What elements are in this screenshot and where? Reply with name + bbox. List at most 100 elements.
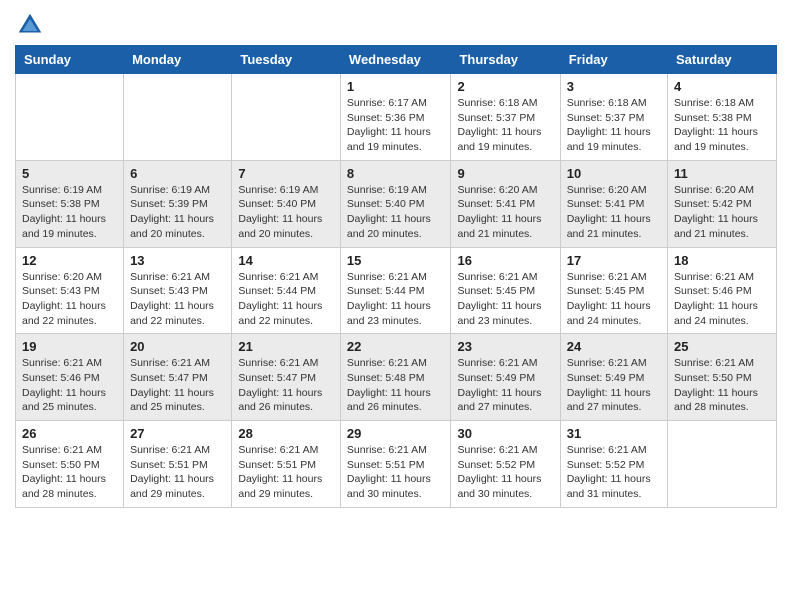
day-info: Sunrise: 6:21 AM Sunset: 5:46 PM Dayligh… — [22, 356, 117, 415]
day-number: 15 — [347, 253, 445, 268]
day-info: Sunrise: 6:21 AM Sunset: 5:52 PM Dayligh… — [567, 443, 661, 502]
day-info: Sunrise: 6:21 AM Sunset: 5:44 PM Dayligh… — [238, 270, 334, 329]
day-number: 18 — [674, 253, 770, 268]
day-info: Sunrise: 6:19 AM Sunset: 5:39 PM Dayligh… — [130, 183, 225, 242]
day-number: 10 — [567, 166, 661, 181]
day-number: 8 — [347, 166, 445, 181]
day-number: 14 — [238, 253, 334, 268]
day-number: 6 — [130, 166, 225, 181]
calendar-cell: 11 Sunrise: 6:20 AM Sunset: 5:42 PM Dayli… — [668, 160, 777, 247]
calendar-cell: 10 Sunrise: 6:20 AM Sunset: 5:41 PM Dayli… — [560, 160, 667, 247]
day-number: 1 — [347, 79, 445, 94]
calendar-cell: 5Sunrise: 6:19 AM Sunset: 5:38 PM Daylig… — [16, 160, 124, 247]
day-info: Sunrise: 6:21 AM Sunset: 5:51 PM Dayligh… — [347, 443, 445, 502]
day-info: Sunrise: 6:17 AM Sunset: 5:36 PM Dayligh… — [347, 96, 445, 155]
day-number: 28 — [238, 426, 334, 441]
calendar-cell: 9 Sunrise: 6:20 AM Sunset: 5:41 PM Daylig… — [451, 160, 560, 247]
day-number: 7 — [238, 166, 334, 181]
day-number: 25 — [674, 339, 770, 354]
calendar-cell: 25Sunrise: 6:21 AM Sunset: 5:50 PM Dayli… — [668, 334, 777, 421]
day-number: 27 — [130, 426, 225, 441]
day-info: Sunrise: 6:21 AM Sunset: 5:50 PM Dayligh… — [22, 443, 117, 502]
weekday-header-sunday: Sunday — [16, 46, 124, 74]
page-container: SundayMondayTuesdayWednesdayThursdayFrid… — [0, 0, 792, 518]
day-number: 9 — [457, 166, 553, 181]
day-info: Sunrise: 6:20 AM Sunset: 5:43 PM Dayligh… — [22, 270, 117, 329]
day-number: 17 — [567, 253, 661, 268]
calendar-cell: 7 Sunrise: 6:19 AM Sunset: 5:40 PM Daylig… — [232, 160, 341, 247]
day-number: 3 — [567, 79, 661, 94]
weekday-header-saturday: Saturday — [668, 46, 777, 74]
day-info: Sunrise: 6:21 AM Sunset: 5:49 PM Dayligh… — [567, 356, 661, 415]
calendar-cell — [232, 74, 341, 161]
day-number: 16 — [457, 253, 553, 268]
calendar-cell: 20Sunrise: 6:21 AM Sunset: 5:47 PM Dayli… — [124, 334, 232, 421]
calendar-cell: 14 Sunrise: 6:21 AM Sunset: 5:44 PM Dayli… — [232, 247, 341, 334]
calendar-cell: 8Sunrise: 6:19 AM Sunset: 5:40 PM Daylig… — [340, 160, 451, 247]
logo-icon — [15, 10, 45, 40]
calendar-table: SundayMondayTuesdayWednesdayThursdayFrid… — [15, 45, 777, 508]
calendar-week-2: 5Sunrise: 6:19 AM Sunset: 5:38 PM Daylig… — [16, 160, 777, 247]
calendar-cell — [16, 74, 124, 161]
calendar-cell: 23 Sunrise: 6:21 AM Sunset: 5:49 PM Dayli… — [451, 334, 560, 421]
day-number: 13 — [130, 253, 225, 268]
day-number: 12 — [22, 253, 117, 268]
calendar-cell: 26 Sunrise: 6:21 AM Sunset: 5:50 PM Dayli… — [16, 421, 124, 508]
calendar-cell: 4 Sunrise: 6:18 AM Sunset: 5:38 PM Daylig… — [668, 74, 777, 161]
day-number: 22 — [347, 339, 445, 354]
calendar-cell: 27 Sunrise: 6:21 AM Sunset: 5:51 PM Dayli… — [124, 421, 232, 508]
day-info: Sunrise: 6:21 AM Sunset: 5:45 PM Dayligh… — [457, 270, 553, 329]
day-info: Sunrise: 6:21 AM Sunset: 5:44 PM Dayligh… — [347, 270, 445, 329]
calendar-cell: 6 Sunrise: 6:19 AM Sunset: 5:39 PM Daylig… — [124, 160, 232, 247]
day-number: 23 — [457, 339, 553, 354]
calendar-cell: 12 Sunrise: 6:20 AM Sunset: 5:43 PM Dayli… — [16, 247, 124, 334]
day-info: Sunrise: 6:20 AM Sunset: 5:41 PM Dayligh… — [567, 183, 661, 242]
day-info: Sunrise: 6:21 AM Sunset: 5:52 PM Dayligh… — [457, 443, 553, 502]
calendar-week-1: 1 Sunrise: 6:17 AM Sunset: 5:36 PM Daylig… — [16, 74, 777, 161]
calendar-week-4: 19 Sunrise: 6:21 AM Sunset: 5:46 PM Dayli… — [16, 334, 777, 421]
weekday-header-row: SundayMondayTuesdayWednesdayThursdayFrid… — [16, 46, 777, 74]
day-info: Sunrise: 6:21 AM Sunset: 5:45 PM Dayligh… — [567, 270, 661, 329]
calendar-cell: 24Sunrise: 6:21 AM Sunset: 5:49 PM Dayli… — [560, 334, 667, 421]
day-info: Sunrise: 6:20 AM Sunset: 5:41 PM Dayligh… — [457, 183, 553, 242]
day-info: Sunrise: 6:21 AM Sunset: 5:51 PM Dayligh… — [238, 443, 334, 502]
calendar-cell: 22 Sunrise: 6:21 AM Sunset: 5:48 PM Dayli… — [340, 334, 451, 421]
calendar-cell: 13 Sunrise: 6:21 AM Sunset: 5:43 PM Dayli… — [124, 247, 232, 334]
calendar-cell: 19 Sunrise: 6:21 AM Sunset: 5:46 PM Dayli… — [16, 334, 124, 421]
calendar-cell — [124, 74, 232, 161]
day-info: Sunrise: 6:21 AM Sunset: 5:43 PM Dayligh… — [130, 270, 225, 329]
calendar-cell: 28 Sunrise: 6:21 AM Sunset: 5:51 PM Dayli… — [232, 421, 341, 508]
calendar-week-3: 12 Sunrise: 6:20 AM Sunset: 5:43 PM Dayli… — [16, 247, 777, 334]
day-number: 26 — [22, 426, 117, 441]
day-info: Sunrise: 6:21 AM Sunset: 5:51 PM Dayligh… — [130, 443, 225, 502]
calendar-cell: 1 Sunrise: 6:17 AM Sunset: 5:36 PM Daylig… — [340, 74, 451, 161]
calendar-cell — [668, 421, 777, 508]
calendar-cell: 3 Sunrise: 6:18 AM Sunset: 5:37 PM Daylig… — [560, 74, 667, 161]
day-number: 11 — [674, 166, 770, 181]
calendar-cell: 16 Sunrise: 6:21 AM Sunset: 5:45 PM Dayli… — [451, 247, 560, 334]
calendar-cell: 29 Sunrise: 6:21 AM Sunset: 5:51 PM Dayli… — [340, 421, 451, 508]
day-info: Sunrise: 6:21 AM Sunset: 5:48 PM Dayligh… — [347, 356, 445, 415]
logo — [15, 10, 51, 40]
day-info: Sunrise: 6:20 AM Sunset: 5:42 PM Dayligh… — [674, 183, 770, 242]
day-number: 5 — [22, 166, 117, 181]
day-number: 30 — [457, 426, 553, 441]
day-info: Sunrise: 6:18 AM Sunset: 5:38 PM Dayligh… — [674, 96, 770, 155]
day-info: Sunrise: 6:18 AM Sunset: 5:37 PM Dayligh… — [567, 96, 661, 155]
day-info: Sunrise: 6:19 AM Sunset: 5:40 PM Dayligh… — [238, 183, 334, 242]
header — [15, 10, 777, 40]
day-number: 2 — [457, 79, 553, 94]
day-info: Sunrise: 6:21 AM Sunset: 5:47 PM Dayligh… — [130, 356, 225, 415]
weekday-header-friday: Friday — [560, 46, 667, 74]
day-number: 4 — [674, 79, 770, 94]
day-number: 19 — [22, 339, 117, 354]
day-number: 29 — [347, 426, 445, 441]
weekday-header-tuesday: Tuesday — [232, 46, 341, 74]
calendar-cell: 15 Sunrise: 6:21 AM Sunset: 5:44 PM Dayli… — [340, 247, 451, 334]
day-number: 21 — [238, 339, 334, 354]
weekday-header-thursday: Thursday — [451, 46, 560, 74]
calendar-cell: 31Sunrise: 6:21 AM Sunset: 5:52 PM Dayli… — [560, 421, 667, 508]
weekday-header-monday: Monday — [124, 46, 232, 74]
day-info: Sunrise: 6:21 AM Sunset: 5:49 PM Dayligh… — [457, 356, 553, 415]
calendar-cell: 21Sunrise: 6:21 AM Sunset: 5:47 PM Dayli… — [232, 334, 341, 421]
